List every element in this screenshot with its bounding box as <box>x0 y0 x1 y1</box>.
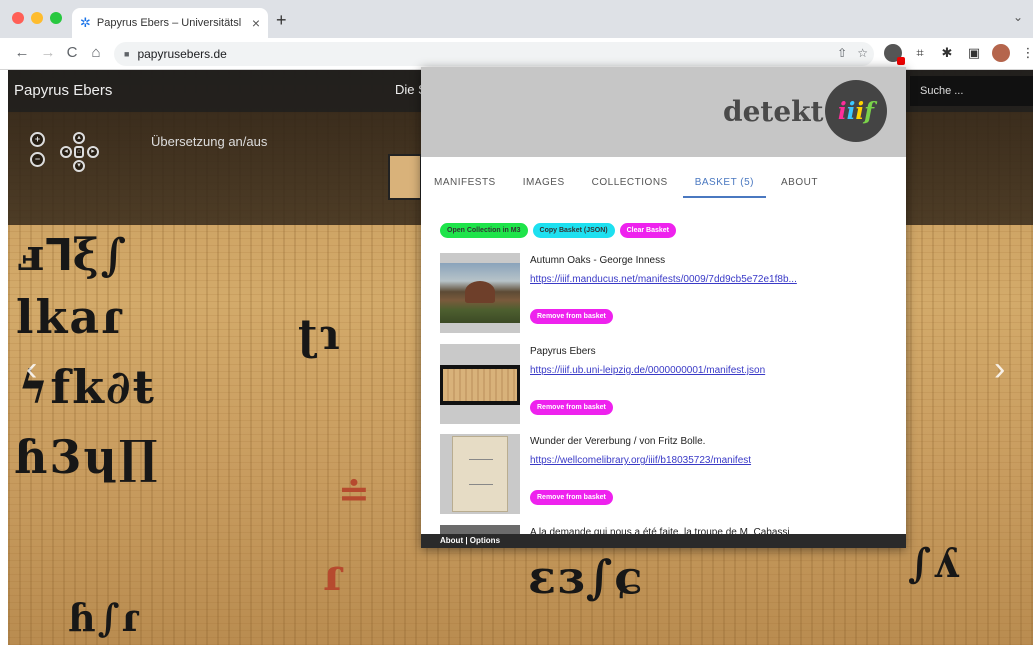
item-manifest-link[interactable]: https://iiif.ub.uni-leipzig.de/000000000… <box>530 365 765 376</box>
item-title: Wunder der Vererbung / von Fritz Bolle. <box>530 436 706 447</box>
footer-options-link[interactable]: Options <box>470 536 500 545</box>
hieratic-glyphs: lkaɾ <box>16 290 124 344</box>
remove-from-basket-button[interactable]: Remove from basket <box>530 309 613 324</box>
translation-toggle[interactable]: Übersetzung an/aus <box>151 134 267 149</box>
tab-close-icon[interactable]: × <box>252 15 260 31</box>
footer-separator: | <box>463 536 470 545</box>
lock-icon: ■ <box>124 49 130 59</box>
brand-name: detekt <box>723 95 824 128</box>
browser-tab-active[interactable]: ✲ Papyrus Ebers – Universitätsl × <box>72 8 268 38</box>
hieratic-glyphs: ɦ3ɥ∏ <box>14 430 160 484</box>
tab-basket[interactable]: BASKET (5) <box>682 159 767 206</box>
pan-up-icon[interactable]: ▴ <box>73 132 85 144</box>
popup-tabs: MANIFESTS IMAGES COLLECTIONS BASKET (5) … <box>421 157 906 207</box>
basket-actions: Open Collection in M3 Copy Basket (JSON)… <box>440 223 677 238</box>
popup-header: detekt iiif <box>421 67 906 157</box>
page-thumbnail[interactable] <box>388 154 422 200</box>
pan-left-icon[interactable]: ◂ <box>60 146 72 158</box>
hieratic-glyphs: ɛɜ∫ɕ <box>528 550 645 604</box>
iiif-logo-icon: iiif <box>825 80 887 142</box>
sidepanel-icon[interactable]: ▣ <box>965 44 983 62</box>
basket-item: Papyrus Ebers https://iiif.ub.uni-leipzi… <box>440 344 895 430</box>
home-button[interactable]: ⌂ <box>86 44 106 61</box>
window-maximize-button[interactable] <box>50 12 62 24</box>
bookmark-star-icon[interactable]: ☆ <box>857 46 868 60</box>
next-page-icon[interactable]: › <box>994 350 1005 389</box>
item-manifest-link[interactable]: https://iiif.manducus.net/manifests/0009… <box>530 274 797 285</box>
forward-button[interactable]: → <box>38 44 58 61</box>
share-icon[interactable]: ⇧ <box>837 46 847 60</box>
back-button[interactable]: ← <box>12 44 32 61</box>
viewer-controls: + − ▴ ◂ ⌂ ▸ ▾ <box>30 132 112 184</box>
tab-search-button[interactable]: ⌄ <box>1013 10 1023 24</box>
site-favicon-icon: ✲ <box>80 15 91 30</box>
home-view-icon[interactable]: ⌂ <box>74 146 84 158</box>
address-bar-url: papyrusebers.de <box>137 47 227 61</box>
site-title[interactable]: Papyrus Ebers <box>14 82 112 99</box>
item-manifest-link[interactable]: https://wellcomelibrary.org/iiif/b180357… <box>530 455 751 466</box>
item-title: Autumn Oaks - George Inness <box>530 255 666 266</box>
tab-collections[interactable]: COLLECTIONS <box>592 177 668 188</box>
remove-from-basket-button[interactable]: Remove from basket <box>530 400 613 415</box>
remove-from-basket-button[interactable]: Remove from basket <box>530 490 613 505</box>
tab-manifests[interactable]: MANIFESTS <box>434 177 496 188</box>
tab-images[interactable]: IMAGES <box>523 177 565 188</box>
browser-tab-title: Papyrus Ebers – Universitätsl <box>96 17 242 29</box>
item-title: Papyrus Ebers <box>530 346 596 357</box>
site-search-input[interactable]: Suche ... <box>910 76 1033 106</box>
copy-basket-button[interactable]: Copy Basket (JSON) <box>532 223 615 238</box>
extension-frame-icon[interactable]: ⌗ <box>911 44 929 62</box>
popup-footer: About | Options <box>421 534 906 548</box>
pan-down-icon[interactable]: ▾ <box>73 160 85 172</box>
hieratic-glyphs: ϟfk∂ŧ <box>18 360 156 414</box>
item-thumbnail <box>440 344 520 424</box>
zoom-in-icon[interactable]: + <box>30 132 45 147</box>
profile-avatar[interactable] <box>992 44 1010 62</box>
detektiiif-popup: detekt iiif MANIFESTS IMAGES COLLECTIONS… <box>421 67 906 548</box>
hieratic-glyphs: ∫ʎ <box>908 540 961 587</box>
clear-basket-button[interactable]: Clear Basket <box>619 223 677 238</box>
window-close-button[interactable] <box>12 12 24 24</box>
pan-right-icon[interactable]: ▸ <box>87 146 99 158</box>
window-minimize-button[interactable] <box>31 12 43 24</box>
detektiiif-extension-icon[interactable] <box>884 44 905 65</box>
tab-about[interactable]: ABOUT <box>781 177 818 188</box>
basket-item: Autumn Oaks - George Inness https://iiif… <box>440 253 895 339</box>
hieratic-red-glyphs: ɾ <box>323 550 345 601</box>
basket-item: Wunder der Vererbung / von Fritz Bolle. … <box>440 434 895 520</box>
footer-about-link[interactable]: About <box>440 536 463 545</box>
extensions-puzzle-icon[interactable]: ✱ <box>938 44 956 62</box>
hieratic-glyphs: ɦ∫ɾ <box>68 595 141 640</box>
hieratic-glyphs: ⅎ⅂ξ∫ <box>18 230 129 281</box>
zoom-out-icon[interactable]: − <box>30 152 45 167</box>
browser-tabstrip: ✲ Papyrus Ebers – Universitätsl × + ⌄ <box>0 0 1033 38</box>
new-tab-button[interactable]: + <box>276 10 287 31</box>
open-collection-button[interactable]: Open Collection in M3 <box>440 223 528 238</box>
reload-button[interactable]: C <box>62 44 82 61</box>
address-bar[interactable]: ■ papyrusebers.de ⇧ ☆ <box>114 42 874 66</box>
hieratic-glyphs: ʈɿ <box>298 310 342 359</box>
item-thumbnail <box>440 434 520 514</box>
item-thumbnail <box>440 253 520 333</box>
browser-menu-icon[interactable]: ⋮ <box>1019 44 1033 62</box>
hieratic-red-glyphs: ≐ <box>338 470 372 515</box>
previous-page-icon[interactable]: ‹ <box>26 350 37 389</box>
browser-toolbar: ← → C ⌂ ■ papyrusebers.de ⇧ ☆ ⌗ ✱ ▣ ⋮ <box>0 38 1033 70</box>
